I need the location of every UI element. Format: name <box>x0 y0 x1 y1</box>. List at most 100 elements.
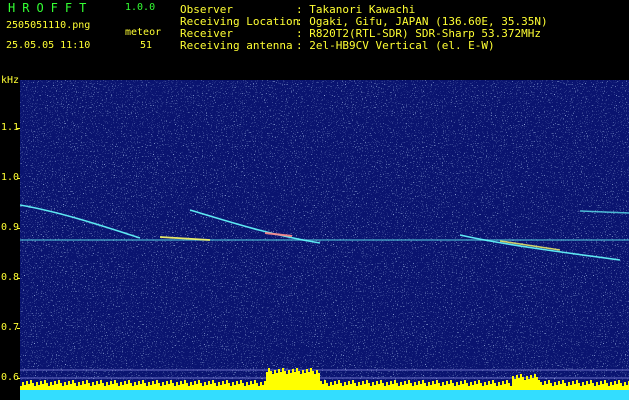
level-bar <box>384 386 386 390</box>
level-bar <box>548 380 550 390</box>
level-bar <box>174 386 176 390</box>
level-bar <box>528 379 530 390</box>
level-bar <box>34 386 36 390</box>
level-bar <box>474 381 476 390</box>
level-bar <box>408 380 410 390</box>
level-bar <box>396 383 398 390</box>
level-bar <box>588 384 590 390</box>
level-bar <box>164 385 166 390</box>
level-bar <box>616 384 618 390</box>
level-bar <box>544 381 546 390</box>
level-bar <box>500 385 502 390</box>
level-bar <box>122 385 124 390</box>
level-bar <box>68 381 70 390</box>
level-bar <box>364 384 366 390</box>
level-bar <box>42 384 44 390</box>
level-bar <box>626 385 628 390</box>
level-bar <box>200 383 202 390</box>
level-bar <box>416 385 418 390</box>
level-bar <box>322 384 324 390</box>
level-bar <box>566 386 568 390</box>
level-bar <box>60 383 62 390</box>
level-bar <box>192 385 194 390</box>
level-bar <box>338 380 340 390</box>
level-bar <box>84 384 86 390</box>
level-bar <box>332 385 334 390</box>
level-bar <box>608 386 610 390</box>
level-bar <box>452 383 454 390</box>
level-bar <box>426 386 428 390</box>
level-bar <box>334 381 336 390</box>
level-bar <box>36 382 38 390</box>
level-bar <box>476 384 478 390</box>
level-bar <box>540 382 542 390</box>
level-bar <box>420 384 422 390</box>
level-bar <box>44 380 46 390</box>
level-bar <box>366 380 368 390</box>
level-bar <box>494 383 496 390</box>
level-bar <box>402 385 404 390</box>
level-bar <box>532 378 534 390</box>
level-bar <box>568 382 570 390</box>
level-bar <box>534 374 536 390</box>
level-bar <box>304 373 306 390</box>
level-bar <box>618 380 620 390</box>
spectrogram <box>20 80 629 400</box>
level-bar <box>580 386 582 390</box>
level-bar <box>432 381 434 390</box>
level-bar <box>208 381 210 390</box>
level-bar <box>370 386 372 390</box>
level-bar <box>78 382 80 390</box>
level-bar <box>210 384 212 390</box>
level-bar <box>510 386 512 390</box>
level-bar <box>466 383 468 390</box>
level-bar <box>288 370 290 390</box>
level-bar <box>152 381 154 390</box>
y-unit-label: kHz <box>1 75 20 86</box>
level-bar <box>508 383 510 390</box>
level-bar <box>206 385 208 390</box>
level-bar <box>282 368 284 390</box>
level-bar <box>70 384 72 390</box>
level-bar <box>32 383 34 390</box>
level-bar <box>156 380 158 390</box>
level-bar <box>398 386 400 390</box>
level-bar <box>272 374 274 390</box>
level-bar <box>454 386 456 390</box>
level-bar <box>118 386 120 390</box>
level-bar <box>292 369 294 390</box>
level-bar <box>382 383 384 390</box>
level-bar <box>404 381 406 390</box>
level-bar <box>562 380 564 390</box>
level-bar <box>26 381 28 390</box>
level-bar <box>66 385 68 390</box>
level-bar <box>412 386 414 390</box>
level-bar <box>386 382 388 390</box>
level-bar <box>184 380 186 390</box>
level-bar <box>30 380 32 390</box>
level-bar <box>162 382 164 390</box>
level-bar <box>346 385 348 390</box>
level-bar <box>176 382 178 390</box>
level-bar <box>448 384 450 390</box>
level-bar <box>502 381 504 390</box>
level-bar <box>530 375 532 390</box>
level-bar <box>430 385 432 390</box>
level-bar <box>144 383 146 390</box>
level-bar <box>142 380 144 390</box>
level-bar <box>218 382 220 390</box>
level-bar <box>486 385 488 390</box>
level-bar <box>148 382 150 390</box>
level-bar <box>80 385 82 390</box>
level-bar <box>54 381 56 390</box>
level-bar <box>88 383 90 390</box>
level-bar <box>110 381 112 390</box>
level-bar <box>374 385 376 390</box>
level-bar <box>72 380 74 390</box>
level-bar <box>256 383 258 390</box>
level-bar <box>178 385 180 390</box>
level-bar <box>326 383 328 390</box>
level-bar <box>340 383 342 390</box>
level-bar <box>160 386 162 390</box>
level-bar <box>240 380 242 390</box>
